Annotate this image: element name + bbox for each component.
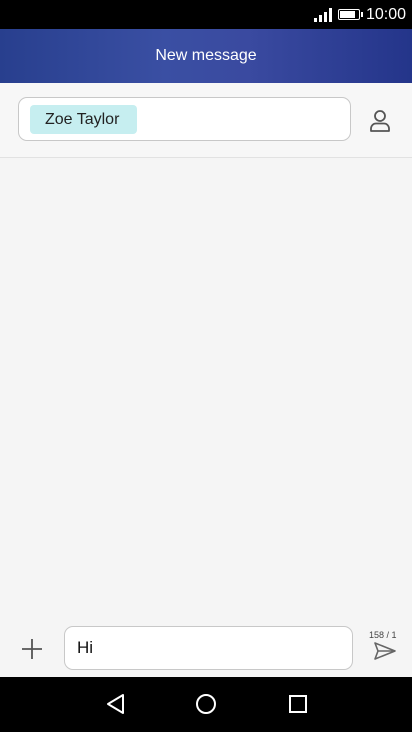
recents-square-icon — [289, 695, 307, 713]
recipient-chip-label: Zoe Taylor — [45, 110, 120, 128]
recipient-chip[interactable]: Zoe Taylor — [30, 105, 138, 134]
recents-button[interactable] — [286, 692, 310, 716]
char-counter: 158 / 1 — [369, 630, 397, 640]
recipient-field[interactable]: Zoe Taylor — [18, 97, 351, 141]
message-input[interactable]: Hi — [64, 626, 353, 670]
page-title: New message — [155, 47, 257, 64]
status-bar: 10:00 — [0, 0, 412, 29]
contacts-button[interactable] — [366, 107, 394, 135]
send-icon — [374, 642, 396, 660]
message-thread-area — [0, 158, 412, 620]
send-button[interactable] — [373, 641, 397, 661]
message-text: Hi — [77, 638, 94, 657]
back-triangle-icon — [107, 694, 124, 714]
compose-bar: Hi 158 / 1 — [0, 620, 412, 677]
battery-level — [339, 11, 356, 18]
recipient-area: Zoe Taylor — [0, 83, 412, 158]
status-icons: 10:00 — [313, 0, 406, 29]
plus-icon — [22, 639, 42, 659]
signal-icon — [313, 7, 332, 22]
battery-icon — [337, 9, 363, 20]
back-button[interactable] — [104, 692, 128, 716]
home-circle-icon — [196, 694, 216, 714]
navigation-bar — [0, 677, 412, 732]
status-time: 10:00 — [365, 5, 406, 23]
person-icon — [370, 110, 390, 132]
app-bar: New message — [0, 29, 412, 83]
home-button[interactable] — [194, 692, 218, 716]
add-attachment-button[interactable] — [20, 637, 44, 661]
